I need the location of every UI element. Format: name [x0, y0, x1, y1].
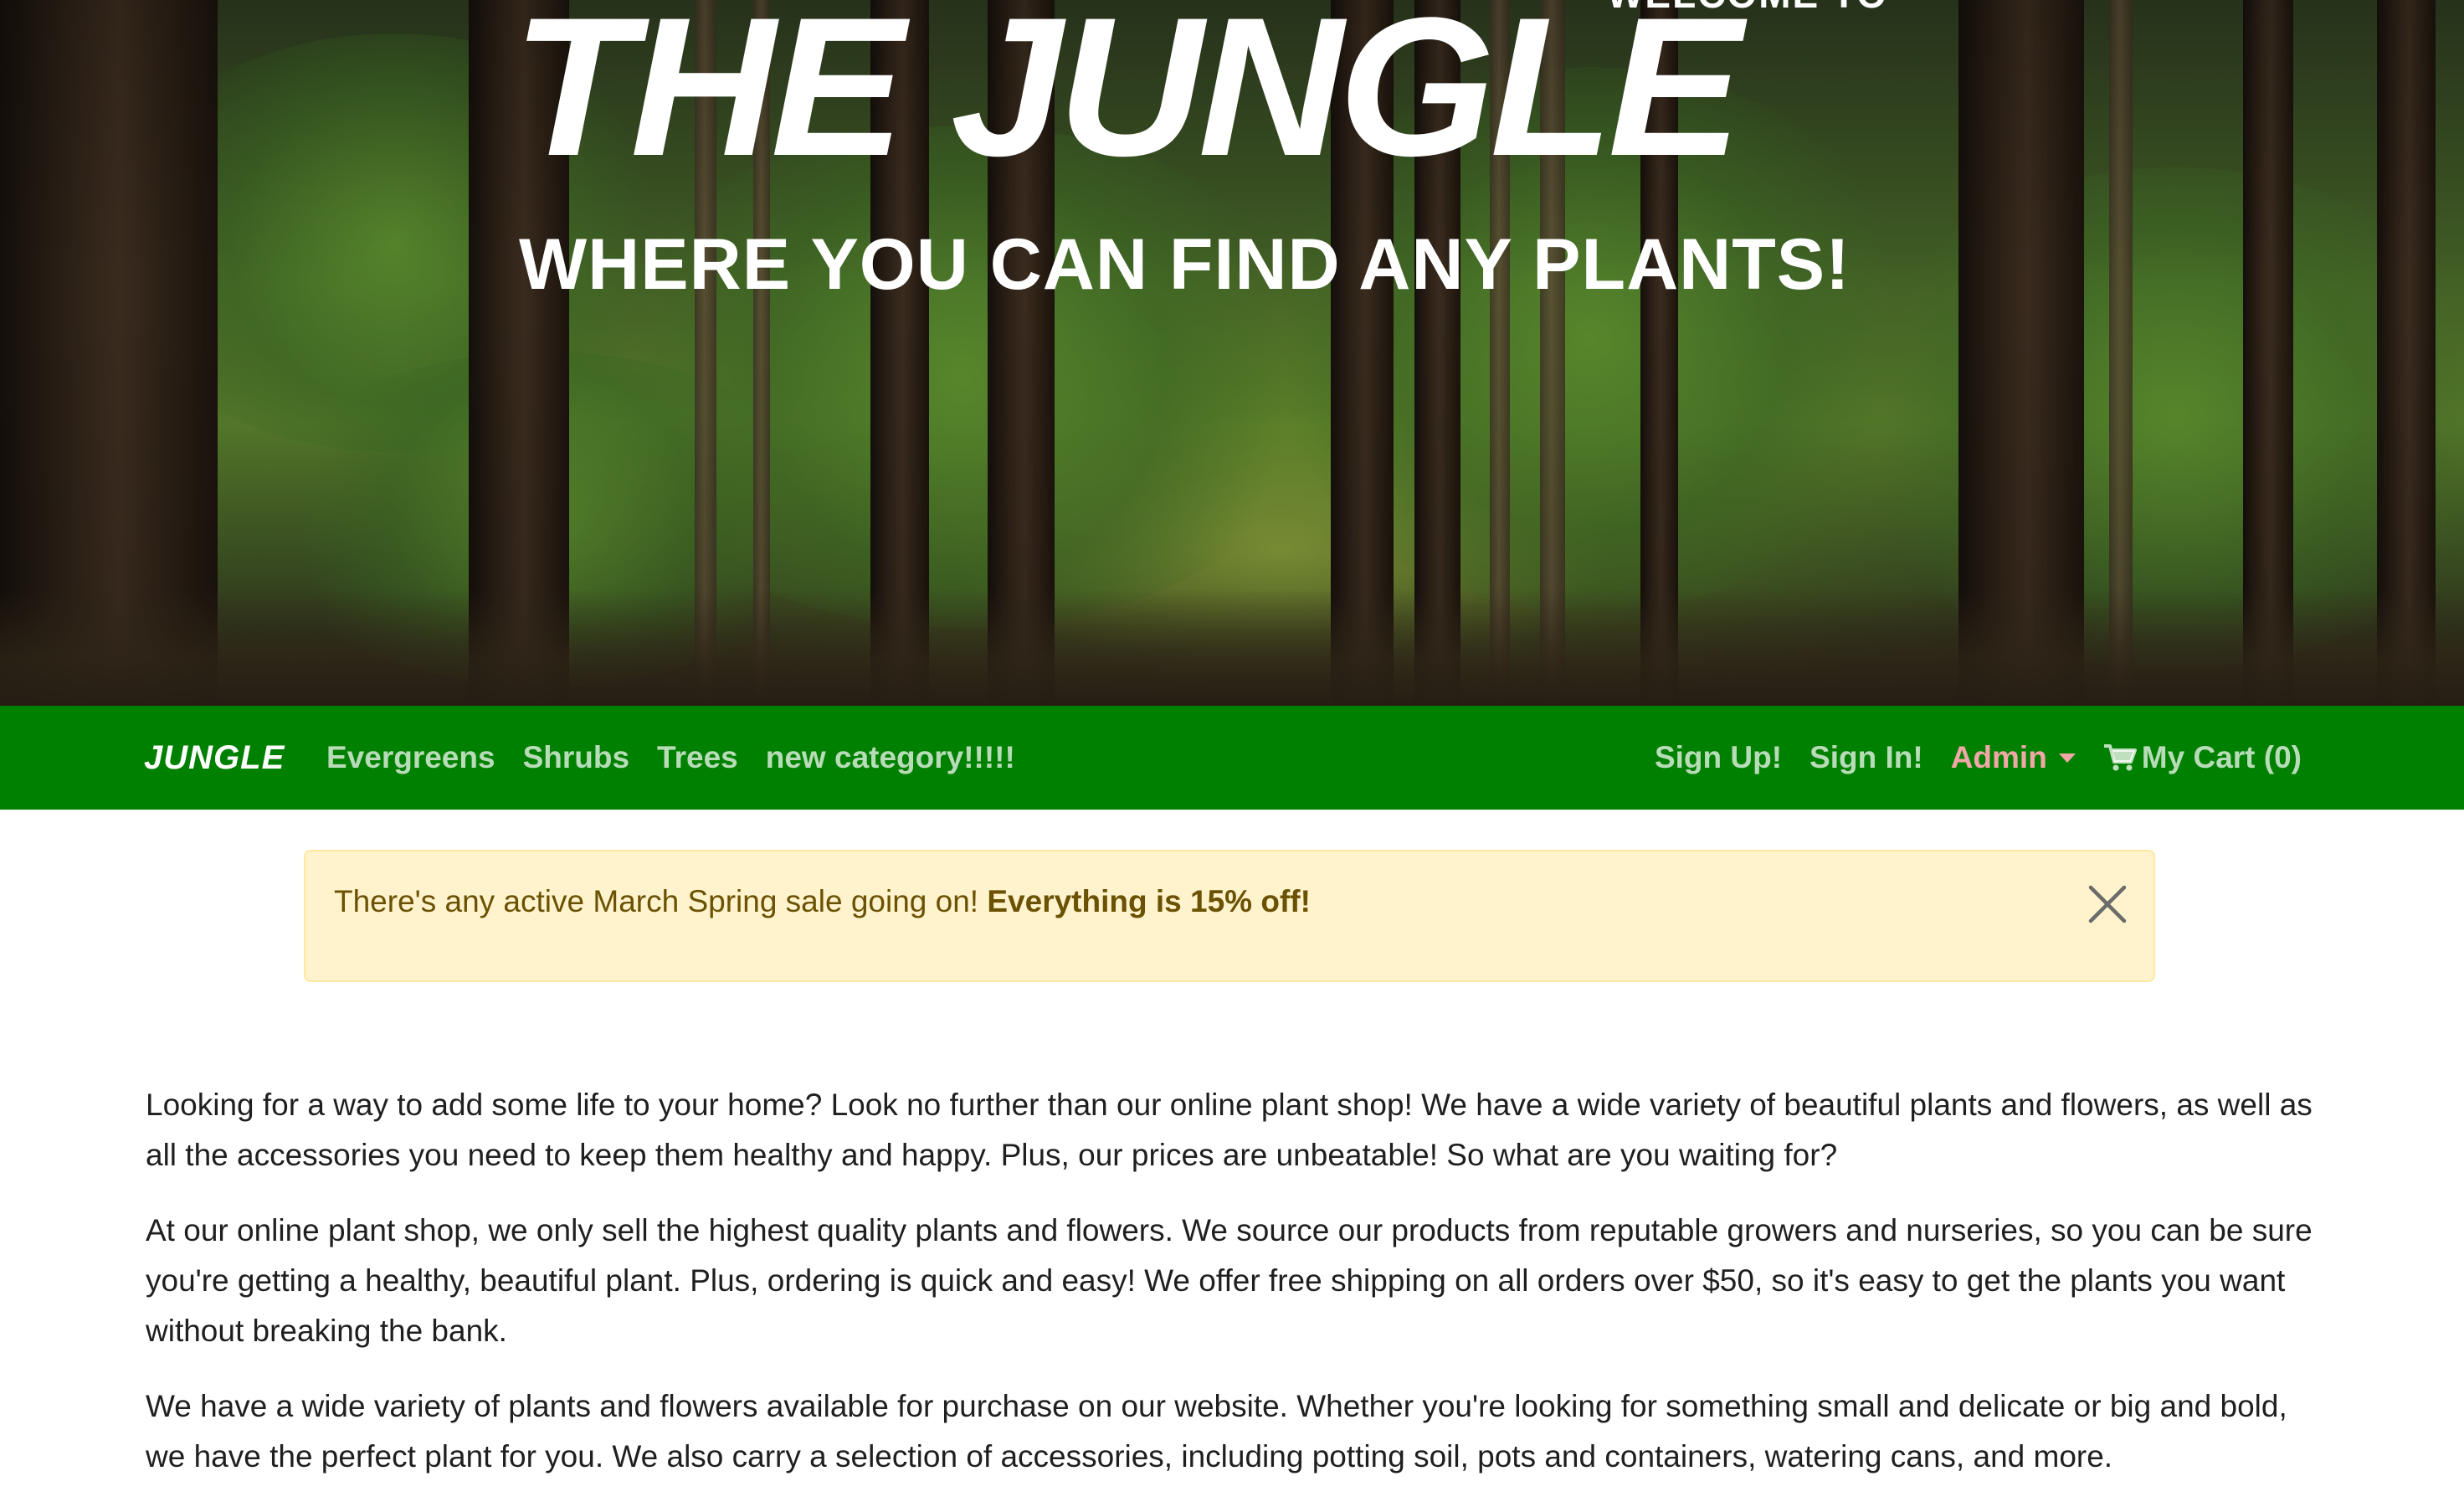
user-nav: Sign Up! Sign In! Admin My Cart (0) — [1655, 740, 2302, 775]
main-navbar: JUNGLE Evergreens Shrubs Trees new categ… — [0, 706, 2464, 810]
nav-category-shrubs[interactable]: Shrubs — [523, 740, 629, 775]
nav-category-new[interactable]: new category!!!!! — [766, 740, 1015, 775]
brand-logo-link[interactable]: JUNGLE — [144, 739, 285, 777]
admin-label: Admin — [1950, 740, 2047, 774]
sign-in-link[interactable]: Sign In! — [1810, 740, 1923, 775]
category-nav: Evergreens Shrubs Trees new category!!!!… — [326, 740, 1015, 775]
admin-dropdown-toggle[interactable]: Admin — [1951, 740, 2076, 775]
intro-paragraph: We have a wide variety of plants and flo… — [146, 1389, 2287, 1474]
hero-title: THE JUNGLE — [512, 0, 1743, 198]
intro-paragraph: Looking for a way to add some life to yo… — [146, 1088, 2313, 1172]
close-alert-button[interactable] — [2087, 883, 2128, 925]
sale-alert: There's any active March Spring sale goi… — [304, 850, 2155, 982]
intro-content: Looking for a way to add some life to yo… — [146, 1080, 2322, 1507]
intro-paragraph: At our online plant shop, we only sell t… — [146, 1213, 2313, 1348]
hero-subtitle: WHERE YOU CAN FIND ANY PLANTS! — [519, 224, 1851, 305]
cart-label: My Cart (0) — [2141, 740, 2302, 774]
shopping-cart-icon — [2103, 743, 2137, 772]
sale-alert-emphasis: Everything is 15% off! — [987, 884, 1311, 918]
sale-alert-text: There's any active March Spring sale goi… — [334, 884, 988, 918]
hero-banner: WELCOME TO THE JUNGLE WHERE YOU CAN FIND… — [0, 0, 2464, 706]
close-icon — [2088, 885, 2127, 923]
sign-up-link[interactable]: Sign Up! — [1655, 740, 1782, 775]
cart-link[interactable]: My Cart (0) — [2103, 740, 2302, 775]
sale-alert-message: There's any active March Spring sale goi… — [334, 884, 1311, 919]
nav-category-evergreens[interactable]: Evergreens — [326, 740, 495, 775]
caret-down-icon — [2058, 753, 2076, 763]
nav-category-trees[interactable]: Trees — [657, 740, 738, 775]
